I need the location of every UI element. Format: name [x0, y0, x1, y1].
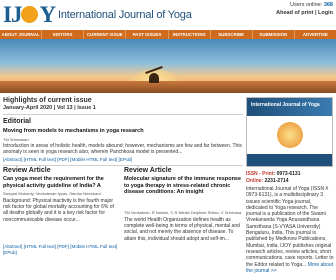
editorial-authors: TM Srinivasan — [3, 137, 29, 142]
issn-online: Online: 2231-2714 — [246, 178, 300, 185]
issn-info: ISSN - Print: 0973-6131 Online: 2231-271… — [246, 171, 300, 185]
nav-past-issues[interactable]: PAST ISSUES — [126, 30, 169, 39]
issn-print-label: ISSN - Print: — [246, 171, 276, 177]
review-article-title-2[interactable]: Molecular signature of the immune respon… — [124, 176, 242, 209]
logo-text: IJ — [3, 2, 22, 27]
journal-logo[interactable]: IJ Y — [3, 1, 56, 29]
issue-info: January-April 2020 | Vol 13 | Issue 1 — [3, 105, 96, 111]
nav-current-issue[interactable]: CURRENT ISSUE — [84, 30, 127, 39]
editorial-title[interactable]: Moving from models to mechanisms in yoga… — [3, 128, 243, 135]
yoga-banner-image — [0, 39, 336, 93]
users-online-count: 368 — [323, 2, 333, 8]
nav-advertise[interactable]: ADVERTISE — [295, 30, 336, 39]
ahead-of-print-login-link[interactable]: Ahead of print | Login — [276, 10, 333, 16]
issn-online-label: Online: — [246, 178, 264, 184]
review-article-authors-2: TM Venkatesh, R Nanish, C R Nithila Delp… — [124, 210, 242, 215]
nav-editors[interactable]: EDITORS — [42, 30, 85, 39]
main-nav: ABOUT JOURNAL EDITORS CURRENT ISSUE PAST… — [0, 30, 336, 39]
review-article-heading-1: Review Article — [3, 167, 51, 174]
divider — [3, 165, 243, 166]
cover-footer — [247, 154, 332, 166]
review-article-heading-2: Review Article — [124, 167, 172, 174]
nav-subscribe[interactable]: SUBSCRIBE — [211, 30, 253, 39]
editorial-abstract: Introduction in areas of holistic health… — [3, 143, 242, 156]
issn-online-value: 2231-2714 — [264, 178, 289, 184]
review-article-abstract-1: Background: Physical inactivity is the f… — [3, 198, 114, 223]
cover-title: International Journal of Yoga — [251, 102, 320, 108]
editorial-heading: Editorial — [3, 118, 32, 125]
sun-icon — [21, 6, 39, 24]
journal-about-text: International Journal of Yoga (ISSN # 09… — [246, 186, 334, 268]
nav-instructions[interactable]: INSTRUCTIONS — [169, 30, 211, 39]
yogi-silhouette — [149, 73, 159, 83]
logo-tail: Y — [39, 2, 56, 27]
cover-sun-icon — [277, 122, 303, 148]
users-online-label: Users online: — [290, 2, 323, 8]
journal-about: International Journal of Yoga (ISSN # 09… — [246, 186, 334, 278]
review-article-links-1[interactable]: [Abstract] [HTML Full text] [PDF] [Mobil… — [3, 244, 118, 256]
sea — [0, 81, 336, 93]
divider — [3, 114, 243, 115]
journal-cover-image[interactable]: International Journal of Yoga — [246, 97, 333, 167]
review-article-authors-1: Sanyasi Mohanty, Venkatesan Iyyan, Sandu… — [3, 191, 101, 196]
editorial-links[interactable]: [Abstract] [HTML Full text] [PDF] [Mobil… — [3, 157, 243, 163]
journal-name: International Journal of Yoga — [58, 9, 192, 21]
nav-about-journal[interactable]: ABOUT JOURNAL — [0, 30, 43, 39]
nav-submission[interactable]: SUBMISSION — [253, 30, 295, 39]
review-article-abstract-2: The world Health Organization defines he… — [124, 217, 240, 242]
site-header: IJ Y International Journal of Yoga Users … — [0, 0, 336, 30]
highlights-block: Highlights of current issue January-Apri… — [3, 97, 243, 111]
highlights-title: Highlights of current issue — [3, 97, 92, 104]
users-online: Users online: 368 — [290, 2, 333, 8]
page: IJ Y International Journal of Yoga Users … — [0, 0, 336, 280]
review-article-title-1[interactable]: Can yoga meet the requirement for the ph… — [3, 176, 118, 189]
issn-print: ISSN - Print: 0973-6131 — [246, 171, 300, 178]
issn-print-value: 0973-6131 — [276, 171, 301, 177]
